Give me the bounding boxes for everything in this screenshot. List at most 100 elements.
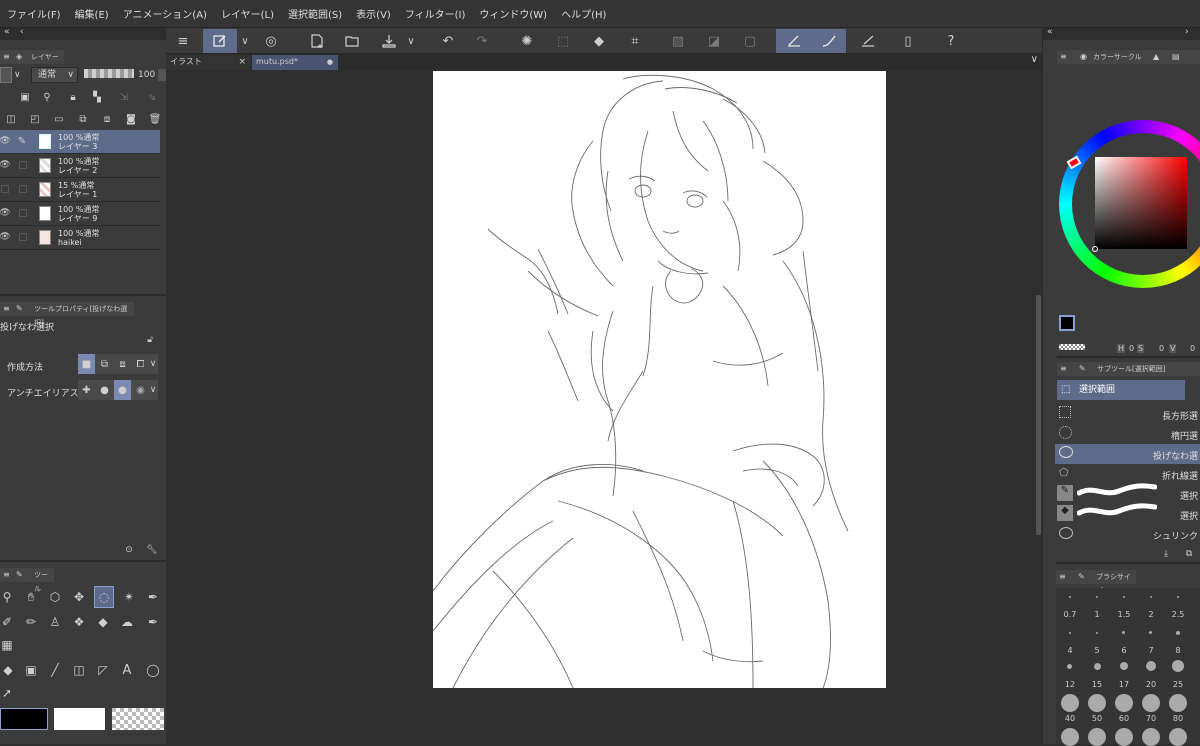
transparent-chip[interactable] — [1059, 344, 1085, 350]
save-options-chevron-icon[interactable]: ∨ — [403, 29, 419, 53]
opacity-value[interactable]: 100 — [138, 70, 155, 80]
tab-list-chevron-icon[interactable]: ∨ — [1031, 54, 1038, 65]
brush-dot[interactable] — [1096, 632, 1098, 634]
brush-stroke-icon[interactable] — [811, 29, 846, 53]
brush-dot[interactable] — [1142, 728, 1160, 746]
fill-icon[interactable]: ✒ — [144, 613, 162, 631]
collapse-right-icon[interactable]: « — [1047, 27, 1053, 37]
subtract-selection-icon[interactable]: ⧈ — [114, 354, 131, 374]
menu-help[interactable]: ヘルプ(H) — [554, 6, 613, 21]
menu-grip-icon[interactable]: ≡ — [1059, 570, 1066, 584]
chevron-down-icon[interactable]: ∨ — [148, 354, 158, 374]
color-set-icon[interactable]: ▲ — [1153, 50, 1159, 64]
subtool-item-selected[interactable]: 投げなわ選 — [1055, 444, 1200, 464]
new-selection-icon[interactable]: ■ — [78, 354, 95, 374]
chevron-down-icon[interactable]: ∨ — [237, 29, 253, 53]
menu-layer[interactable]: レイヤー(L) — [214, 6, 281, 21]
crop-icon[interactable]: ⌗ — [623, 29, 647, 53]
subtool-group-tab[interactable]: ⬚ 選択範囲 — [1057, 380, 1185, 400]
text-icon[interactable]: A — [118, 661, 136, 679]
reference-layer-icon[interactable]: ⚲ — [40, 90, 54, 104]
sv-picker-handle[interactable] — [1092, 246, 1098, 252]
add-mask-icon[interactable]: ◙ — [124, 112, 138, 126]
frame-icon[interactable]: ◫ — [70, 661, 88, 679]
menu-edit[interactable]: 編集(E) — [68, 6, 116, 21]
menu-file[interactable]: ファイル(F) — [0, 6, 68, 21]
blend-chevron-icon[interactable]: ∨ — [14, 67, 26, 83]
intersect-selection-icon[interactable]: ⧠ — [132, 354, 149, 374]
duplicate-layer-icon[interactable]: ⧉ — [76, 112, 90, 126]
subtool-item[interactable]: シュリンク — [1055, 524, 1200, 544]
redo-icon[interactable]: ↷ — [470, 29, 494, 53]
saturation-value-square[interactable] — [1095, 157, 1187, 249]
canvas-scrollbar[interactable] — [1036, 295, 1041, 535]
merge-down-icon[interactable]: ⧈ — [100, 112, 114, 126]
brush-dot[interactable] — [1177, 596, 1179, 598]
add-selection-icon[interactable]: ⧉ — [96, 354, 113, 374]
eye-icon[interactable]: 👁︎ — [0, 207, 11, 219]
brush-dot[interactable] — [1069, 596, 1071, 598]
loading-icon[interactable]: ✺ — [515, 29, 539, 53]
hamburger-menu-icon[interactable]: ≡ — [171, 29, 195, 53]
color-history-icon[interactable]: ▤ — [1172, 50, 1180, 64]
main-color-swatch[interactable] — [0, 708, 48, 730]
help-icon[interactable]: ? — [939, 29, 963, 53]
undo-icon[interactable]: ↶ — [436, 29, 460, 53]
layer-row[interactable]: 👁︎ ✎ 100 %通常 レイヤー 3 — [0, 130, 160, 154]
new-canvas-button[interactable] — [203, 29, 237, 53]
layer-row[interactable]: 👁︎ 100 %通常 レイヤー 9 — [0, 202, 160, 226]
eyedropper-icon[interactable]: ✒ — [144, 588, 162, 606]
transform-icon[interactable]: ⬚ — [551, 29, 575, 53]
eraser-icon[interactable]: ◆ — [94, 613, 112, 631]
menu-grip-icon[interactable]: ≡ — [1060, 362, 1067, 376]
chevron-right-icon[interactable]: › — [1185, 27, 1189, 37]
edit-toggle[interactable] — [19, 161, 27, 169]
menu-window[interactable]: ウィンドウ(W) — [472, 6, 554, 21]
lock-transparency-icon[interactable]: ▚ — [90, 90, 104, 104]
zoom-icon[interactable]: ⚲ — [0, 588, 14, 606]
brush-dot[interactable] — [1094, 663, 1101, 670]
brush-dot[interactable] — [1142, 694, 1160, 712]
download-subtool-icon[interactable]: ⤓ — [1160, 548, 1172, 560]
mask-icon[interactable]: ⇲ — [114, 90, 134, 104]
new-raster-layer-icon[interactable]: ◫ — [4, 112, 18, 126]
pencil-icon[interactable]: ✏ — [22, 613, 40, 631]
delete-layer-icon[interactable]: 🗑︎ — [148, 112, 162, 126]
brush-dot[interactable] — [1088, 728, 1106, 746]
eye-icon[interactable]: 👁︎ — [0, 159, 11, 171]
antialias-none-icon[interactable]: ✚ — [78, 380, 95, 400]
airbrush-icon[interactable]: ♙ — [46, 613, 64, 631]
menu-grip-icon[interactable]: ≡ — [1060, 50, 1067, 64]
spiral-icon[interactable]: ◎ — [259, 29, 283, 53]
eye-icon[interactable]: 👁︎ — [0, 135, 11, 147]
brush-dot[interactable] — [1120, 662, 1128, 670]
correction-icon[interactable]: ➚ — [0, 684, 14, 702]
decoration-icon[interactable]: ❖ — [70, 613, 88, 631]
edit-toggle[interactable] — [19, 233, 27, 241]
menu-view[interactable]: 表示(V) — [349, 6, 398, 21]
hand-icon[interactable]: ✋︎ — [22, 588, 40, 606]
brush-dot[interactable] — [1169, 694, 1187, 712]
chevron-left-icon[interactable]: ‹ — [20, 27, 24, 37]
blend-mode-select[interactable]: 通常 ∨ — [31, 67, 78, 83]
new-folder-icon[interactable]: ▭ — [52, 112, 66, 126]
reset-icon[interactable]: ⊙ — [123, 544, 135, 556]
layer-row[interactable]: 👁︎ 100 %通常 haikei — [0, 226, 160, 250]
sub-color-swatch[interactable] — [54, 708, 105, 730]
brush-dot[interactable] — [1150, 596, 1152, 598]
brush-dot[interactable] — [1176, 631, 1180, 635]
menu-grip-icon[interactable]: ≡ — [3, 302, 10, 316]
ruler-pen-icon[interactable] — [776, 29, 811, 53]
brush-dot[interactable] — [1146, 661, 1156, 671]
duplicate-subtool-icon[interactable]: ⧉ — [1183, 548, 1195, 560]
brush-dot[interactable] — [1061, 728, 1079, 746]
drawing-canvas[interactable] — [433, 71, 886, 688]
lock-settings-icon[interactable]: 🔓︎ — [144, 334, 156, 346]
edit-toggle[interactable] — [19, 185, 27, 193]
lock-icon[interactable]: 🔒︎ — [66, 90, 80, 104]
brush-dot[interactable] — [1061, 694, 1079, 712]
menu-grip-icon[interactable]: ≡ — [3, 568, 10, 582]
blend-color-swatch[interactable] — [0, 67, 12, 83]
line-tool-icon[interactable] — [856, 29, 880, 53]
gradient-icon[interactable]: ▣ — [22, 661, 40, 679]
